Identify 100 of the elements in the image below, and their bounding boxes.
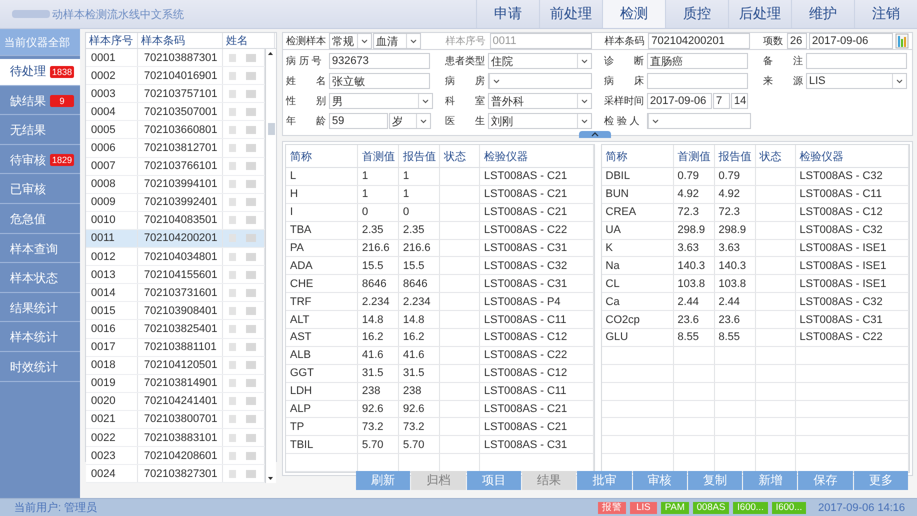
table-cell: 73.2	[399, 418, 440, 436]
blurred-name-drawing	[228, 396, 258, 406]
count-badge: 1838	[50, 66, 74, 78]
sample-row[interactable]: 0003 702103757101	[86, 85, 265, 104]
sample-row[interactable]: 0012 702104034801	[86, 248, 265, 266]
table-cell: ALP	[286, 400, 358, 418]
table-cell: 0001	[86, 49, 138, 66]
dropdown-field[interactable]	[647, 113, 751, 129]
table-cell: 298.9	[674, 222, 714, 239]
scroll-thumb[interactable]	[268, 123, 275, 135]
status-indicator: I600...	[733, 502, 768, 514]
input-field[interactable]: 59	[329, 113, 388, 129]
input-field[interactable]: 7	[713, 93, 730, 109]
sample-row[interactable]: 0018 702104120501	[86, 356, 265, 375]
nav-tab[interactable]: 申请	[476, 0, 539, 28]
sample-row[interactable]: 0016 702103825401	[86, 320, 265, 338]
sample-row[interactable]: 0004 702103507001	[86, 103, 265, 122]
sample-row[interactable]: 0020 702104241401	[86, 392, 265, 411]
sidebar-item[interactable]: 待处理 1838	[0, 58, 80, 86]
sample-row[interactable]: 0022 702103883101	[86, 428, 265, 448]
input-field[interactable]: 14	[731, 93, 748, 109]
sample-row[interactable]: 0013 702104155601	[86, 266, 265, 284]
table-cell: 31.5	[358, 364, 399, 382]
dropdown-field[interactable]: 刘刚	[488, 113, 592, 129]
nav-tab[interactable]: 后处理	[728, 0, 791, 28]
table-cell: 14.8	[358, 311, 399, 328]
sample-row[interactable]: 0005 702103660801	[86, 121, 265, 140]
table-cell: 702104120501	[138, 356, 223, 374]
input-field[interactable]: 2017-09-06	[809, 33, 894, 49]
table-cell: 2.44	[714, 293, 756, 310]
table-cell: 0023	[86, 447, 138, 464]
scrollbar[interactable]	[265, 49, 276, 484]
input-field[interactable]: 张立敏	[329, 73, 430, 89]
dropdown-field[interactable]	[488, 73, 592, 89]
sidebar-label: 待处理	[10, 63, 46, 80]
table-cell: 41.6	[399, 346, 440, 364]
sample-row[interactable]: 0002 702104016901	[86, 67, 265, 86]
sample-row[interactable]: 0017 702103881101	[86, 338, 265, 357]
count-badge: 1829	[50, 154, 74, 166]
input-field[interactable]: 26	[787, 33, 808, 49]
blurred-name-drawing	[228, 378, 258, 388]
nav-tab[interactable]: 维护	[791, 0, 854, 28]
nav-tab[interactable]: 质控	[665, 0, 728, 28]
blurred-name-drawing	[228, 233, 258, 244]
sample-row[interactable]: 0006 702103812701	[86, 139, 265, 158]
input-field[interactable]	[806, 53, 907, 69]
sample-row[interactable]: 0001 702103887301	[86, 49, 265, 68]
table-cell: 216.6	[399, 240, 440, 256]
table-cell: 103.8	[674, 275, 714, 292]
input-field[interactable]: 702104200201	[648, 33, 750, 49]
table-cell: DBIL	[602, 168, 674, 185]
column-header: 首测值	[358, 145, 399, 167]
collapse-toggle[interactable]	[579, 131, 611, 138]
sample-row[interactable]: 0019 702103814901	[86, 374, 265, 393]
status-indicator: 008AS	[692, 502, 730, 514]
column-header: 状态	[756, 145, 796, 167]
input-field[interactable]: 2017-09-06	[647, 93, 712, 109]
dropdown-field[interactable]: 普外科	[488, 93, 592, 109]
table-cell: ADA	[286, 257, 358, 274]
table-cell: LST008AS - C11	[480, 382, 594, 400]
dropdown-field[interactable]: 岁	[389, 113, 431, 129]
dropdown-field[interactable]: LIS	[806, 73, 907, 89]
table-cell: 92.6	[358, 400, 399, 418]
input-field[interactable]: 直肠癌	[647, 53, 748, 69]
table-cell: 0007	[86, 158, 138, 175]
sample-row[interactable]: 0009 702103992401	[86, 194, 265, 212]
nav-tab[interactable]: 检测	[602, 0, 665, 28]
sample-row[interactable]: 0021 702103800701	[86, 410, 265, 429]
sidebar-label: 缺结果	[10, 92, 46, 110]
table-cell: LST008AS - C22	[480, 346, 594, 364]
blurred-name-drawing	[228, 432, 258, 443]
sample-row[interactable]: 0014 702103731601	[86, 284, 265, 302]
table-cell: 702104034801	[138, 248, 223, 266]
sample-row[interactable]: 0011 702104200201	[86, 230, 265, 248]
table-cell: 0002	[86, 67, 138, 84]
table-cell: 5.70	[399, 436, 440, 454]
dropdown-field[interactable]: 血清	[373, 33, 421, 49]
table-cell: LST008AS - C32	[480, 257, 594, 274]
sample-row[interactable]: 0010 702104083501	[86, 212, 265, 230]
nav-tab[interactable]: 注销	[854, 0, 917, 28]
blurred-name-drawing	[228, 414, 258, 424]
table-cell: 0005	[86, 121, 138, 138]
table-cell: LST008AS - C31	[796, 311, 909, 328]
dropdown-field[interactable]: 常规	[329, 33, 372, 49]
dropdown-field[interactable]: 住院	[488, 53, 592, 69]
sample-row[interactable]: 0008 702103994101	[86, 176, 265, 194]
table-cell: 0019	[86, 374, 138, 392]
input-field[interactable]: 932673	[329, 53, 430, 69]
sidebar-label: 样本查询	[10, 240, 58, 258]
dropdown-field[interactable]: 男	[329, 93, 433, 109]
sample-row[interactable]: 0015 702103908401	[86, 302, 265, 320]
sample-row[interactable]: 0024 702103827301	[86, 465, 265, 484]
sample-row[interactable]: 0007 702103766101	[86, 158, 265, 176]
window-title: 动样本检测流水线中文系统	[52, 8, 184, 22]
table-cell: 31.5	[399, 364, 440, 382]
sidebar-label: 样本统计	[10, 329, 58, 346]
table-cell: 0.79	[674, 168, 714, 185]
sample-row[interactable]: 0023 702104208601	[86, 447, 265, 466]
blurred-name-drawing	[228, 252, 258, 262]
input-field[interactable]	[647, 73, 748, 89]
